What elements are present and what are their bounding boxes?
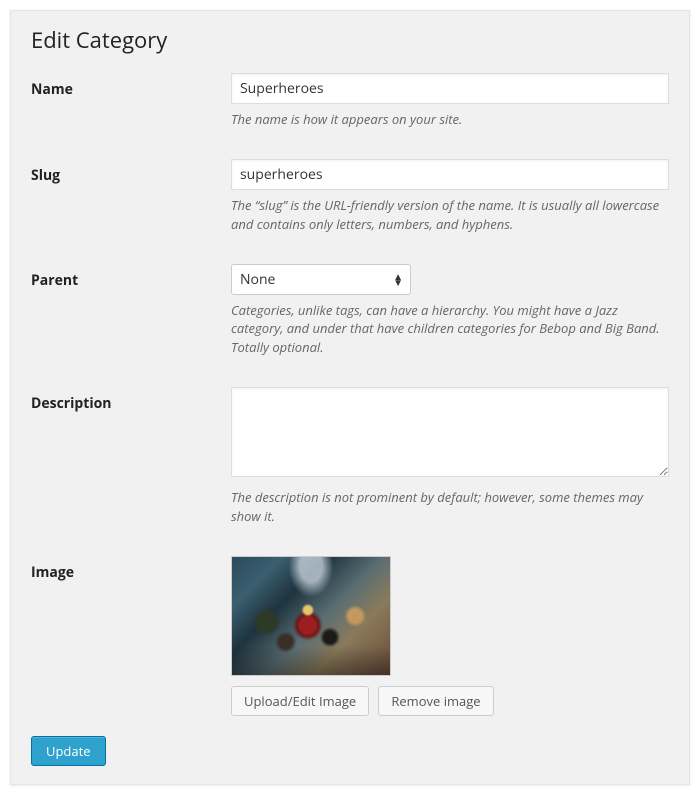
field-row-name: Name The name is how it appears on your … <box>31 73 669 129</box>
field-row-parent: Parent None ▲▼ Categories, unlike tags, … <box>31 264 669 358</box>
description-help: The description is not prominent by defa… <box>231 488 669 526</box>
remove-image-button[interactable]: Remove image <box>378 686 493 716</box>
upload-edit-image-button[interactable]: Upload/Edit Image <box>231 686 369 716</box>
parent-help: Categories, unlike tags, can have a hier… <box>231 301 669 358</box>
slug-input[interactable] <box>231 159 669 190</box>
update-button[interactable]: Update <box>31 736 106 766</box>
name-input[interactable] <box>231 73 669 104</box>
name-help: The name is how it appears on your site. <box>231 110 669 129</box>
parent-label: Parent <box>31 271 78 290</box>
field-row-description: Description The description is not promi… <box>31 387 669 526</box>
page-title: Edit Category <box>31 25 669 55</box>
parent-select[interactable]: None <box>231 264 411 295</box>
category-image-thumbnail <box>231 556 391 676</box>
edit-category-panel: Edit Category Name The name is how it ap… <box>10 10 690 785</box>
description-textarea[interactable] <box>231 387 669 477</box>
form-actions: Update <box>31 736 669 766</box>
slug-label: Slug <box>31 166 60 185</box>
field-row-slug: Slug The “slug” is the URL-friendly vers… <box>31 159 669 234</box>
name-label: Name <box>31 80 73 99</box>
description-label: Description <box>31 394 112 413</box>
field-row-image: Image Upload/Edit Image Remove image <box>31 556 669 716</box>
slug-help: The “slug” is the URL-friendly version o… <box>231 196 669 234</box>
image-label: Image <box>31 563 74 582</box>
